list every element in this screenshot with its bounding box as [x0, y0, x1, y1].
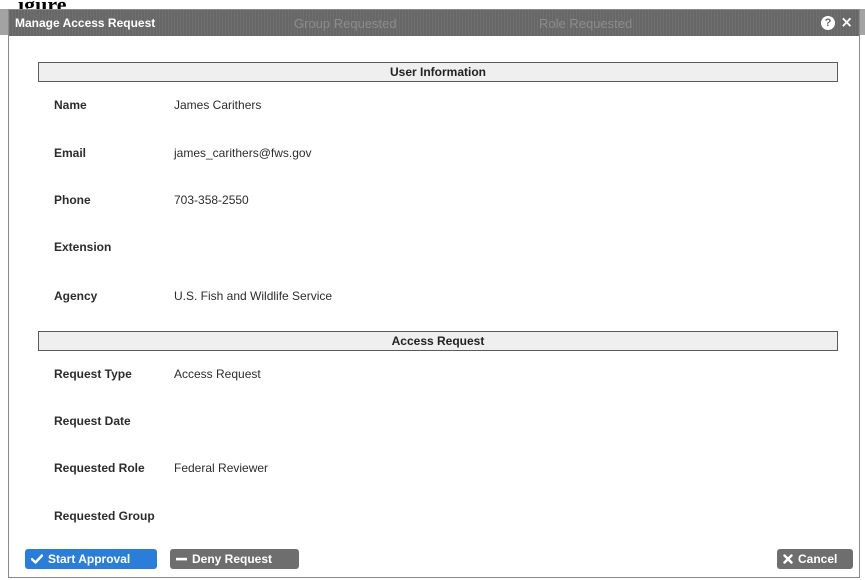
field-value-requested-role: Federal Reviewer: [174, 461, 269, 475]
section-header-user-information: User Information: [38, 62, 838, 82]
start-approval-label: Start Approval: [48, 552, 131, 566]
dialog-title: Manage Access Request: [15, 16, 156, 30]
close-icon[interactable]: ×: [840, 14, 853, 30]
field-value-agency: U.S. Fish and Wildlife Service: [174, 289, 333, 303]
manage-access-request-dialog: Manage Access Request Group Requested Ro…: [8, 9, 860, 578]
background-column-role-requested: Role Requested: [539, 16, 633, 31]
field-label-email: Email: [54, 146, 87, 160]
field-label-request-type: Request Type: [54, 367, 132, 381]
background-row-edge: [0, 126, 8, 144]
deny-request-button[interactable]: Deny Request: [170, 549, 299, 569]
x-icon: [783, 549, 793, 569]
deny-request-label: Deny Request: [192, 552, 273, 566]
dialog-titlebar[interactable]: Manage Access Request Group Requested Ro…: [9, 10, 859, 36]
background-column-group-requested: Group Requested: [294, 16, 397, 31]
field-label-agency: Agency: [54, 289, 98, 303]
field-label-phone: Phone: [54, 193, 91, 207]
background-row-edge: [0, 42, 8, 60]
field-value-name: James Carithers: [174, 98, 262, 112]
field-value-phone: 703-358-2550: [174, 193, 249, 207]
section-header-access-request: Access Request: [38, 331, 838, 351]
cancel-label: Cancel: [798, 552, 838, 566]
field-label-requested-group: Requested Group: [54, 509, 155, 523]
minus-icon: [176, 549, 187, 569]
field-label-request-date: Request Date: [54, 414, 131, 428]
cancel-button[interactable]: Cancel: [777, 549, 853, 569]
field-value-request-type: Access Request: [174, 367, 261, 381]
field-label-requested-role: Requested Role: [54, 461, 145, 475]
help-icon[interactable]: ?: [821, 16, 835, 30]
start-approval-button[interactable]: Start Approval: [25, 549, 157, 569]
field-label-extension: Extension: [54, 240, 112, 254]
background-row-edge: [0, 70, 8, 88]
field-value-email: james_carithers@fws.gov: [174, 146, 312, 160]
background-row-edge: [0, 98, 8, 116]
check-icon: [30, 549, 44, 569]
field-label-name: Name: [54, 98, 87, 112]
